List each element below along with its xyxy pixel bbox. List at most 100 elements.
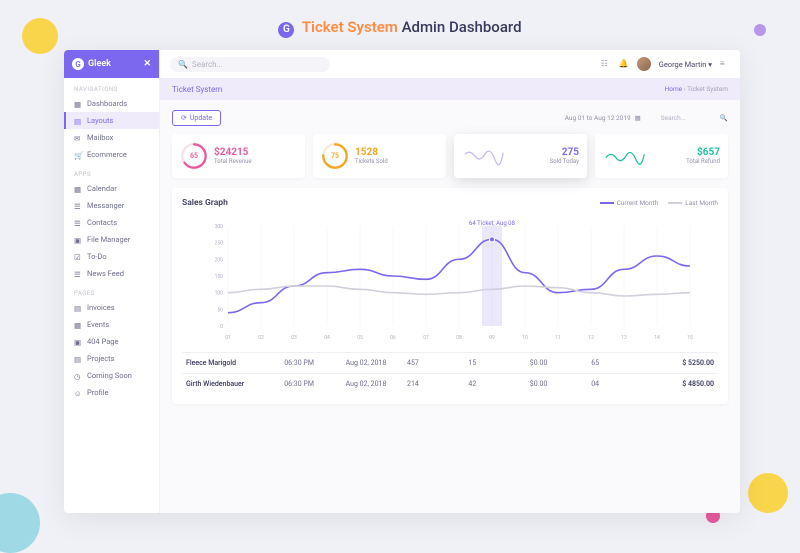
svg-text:13: 13 <box>621 335 627 341</box>
svg-text:14: 14 <box>654 335 660 341</box>
date-range-picker[interactable]: Aug 01 to Aug 12 2019 ▦ <box>565 114 641 122</box>
table-row[interactable]: Girth Wiedenbauer06:30 PMAug 02, 2018214… <box>182 373 718 394</box>
breadcrumb-home[interactable]: Home <box>665 85 683 93</box>
brand-name: Gleek <box>88 59 111 69</box>
update-button[interactable]: ⟳ Update <box>172 110 221 126</box>
calendar-icon: ▦ <box>635 114 641 122</box>
nav-section-pages: PAGES <box>64 282 159 299</box>
contacts-icon: ☰ <box>74 219 82 227</box>
svg-text:11: 11 <box>555 335 561 341</box>
wrench-icon[interactable]: ✕ <box>143 59 151 69</box>
cart-icon: 🛒 <box>74 151 82 159</box>
sidebar-item-invoices[interactable]: ▤Invoices <box>64 299 159 316</box>
table-row[interactable]: Fleece Marigold06:30 PMAug 02, 201845715… <box>182 352 718 373</box>
clock-icon: ◷ <box>74 372 82 380</box>
sidebar-item-projects[interactable]: ▤Projects <box>64 350 159 367</box>
svg-text:02: 02 <box>258 335 264 341</box>
search-icon: 🔍 <box>178 60 188 69</box>
sidebar-item-layouts[interactable]: ▤Layouts <box>64 112 159 129</box>
user-icon: ☺ <box>74 389 82 397</box>
svg-text:300: 300 <box>215 224 224 230</box>
svg-text:10: 10 <box>522 335 528 341</box>
sidebar-item-file-manager[interactable]: ▣File Manager <box>64 231 159 248</box>
sidebar-item-mailbox[interactable]: ✉Mailbox <box>64 129 159 146</box>
stat-sold-today: 275Sold Today <box>454 134 587 178</box>
folder-icon: ▣ <box>74 236 82 244</box>
chart-icon[interactable]: ☷ <box>601 59 611 69</box>
topbar: 🔍 Search... ☷ 🔔 George Martin ▾ ≡ <box>160 50 740 78</box>
sidebar-item-todo[interactable]: ☑To-Do <box>64 248 159 265</box>
svg-text:64 Ticket, Aug 08: 64 Ticket, Aug 08 <box>469 220 516 227</box>
invoice-icon: ▤ <box>74 304 82 312</box>
stat-refund: $657Total Refund <box>595 134 728 178</box>
svg-text:05: 05 <box>357 335 363 341</box>
avatar[interactable] <box>637 57 651 71</box>
sidebar-item-ecommerce[interactable]: 🛒Ecommerce <box>64 146 159 163</box>
brand-logo-icon: G <box>72 58 84 70</box>
sparkline-icon <box>603 146 647 166</box>
sidebar-item-messanger[interactable]: ☰Messanger <box>64 197 159 214</box>
stat-tickets: 75 1528Tickets Sold <box>313 134 446 178</box>
breadcrumb-current: Ticket System <box>687 85 728 93</box>
brand-bar: G Gleek ✕ <box>64 50 159 78</box>
sidebar: G Gleek ✕ NAVIGATIONS ▦Dashboards ▤Layou… <box>64 50 160 513</box>
feed-icon: ☰ <box>74 270 82 278</box>
sidebar-item-coming-soon[interactable]: ◷Coming Soon <box>64 367 159 384</box>
app-window: G Gleek ✕ NAVIGATIONS ▦Dashboards ▤Layou… <box>64 50 740 513</box>
content: ⟳ Update Aug 01 to Aug 12 2019 ▦ Search.… <box>160 100 740 513</box>
refresh-icon: ⟳ <box>181 114 187 122</box>
content-search[interactable]: Search... 🔍 <box>661 114 728 122</box>
svg-text:200: 200 <box>215 257 224 263</box>
layout-icon: ▤ <box>74 117 82 125</box>
svg-text:01: 01 <box>225 335 231 341</box>
svg-text:06: 06 <box>390 335 396 341</box>
svg-text:04: 04 <box>324 335 330 341</box>
event-icon: ▦ <box>74 321 82 329</box>
breadcrumb: Ticket System Home › Ticket System <box>160 78 740 100</box>
nav-section-navigations: NAVIGATIONS <box>64 78 159 95</box>
calendar-icon: ▦ <box>74 185 82 193</box>
stat-revenue: 65 $24215Total Revenue <box>172 134 305 178</box>
sidebar-item-news-feed[interactable]: ☰News Feed <box>64 265 159 282</box>
page-heading: G Ticket System Admin Dashboard <box>0 0 800 46</box>
svg-text:50: 50 <box>217 307 223 313</box>
stats-row: 65 $24215Total Revenue 75 1528Tickets So… <box>172 134 728 178</box>
sidebar-item-profile[interactable]: ☺Profile <box>64 384 159 401</box>
svg-text:09: 09 <box>489 335 495 341</box>
svg-text:0: 0 <box>220 324 223 330</box>
user-name[interactable]: George Martin ▾ <box>659 60 712 69</box>
svg-text:250: 250 <box>215 241 224 247</box>
svg-text:12: 12 <box>588 335 594 341</box>
toolbar: ⟳ Update Aug 01 to Aug 12 2019 ▦ Search.… <box>172 110 728 126</box>
sidebar-item-calendar[interactable]: ▦Calendar <box>64 180 159 197</box>
svg-text:150: 150 <box>215 274 224 280</box>
global-search[interactable]: 🔍 Search... <box>170 57 330 72</box>
menu-icon[interactable]: ≡ <box>720 59 730 69</box>
page-title: Ticket System <box>172 85 222 94</box>
sidebar-item-contacts[interactable]: ☰Contacts <box>64 214 159 231</box>
sidebar-item-dashboards[interactable]: ▦Dashboards <box>64 95 159 112</box>
project-icon: ▤ <box>74 355 82 363</box>
search-icon: 🔍 <box>720 114 728 122</box>
sales-graph-panel: Sales Graph Current Month Last Month 050… <box>172 188 728 404</box>
main-panel: 🔍 Search... ☷ 🔔 George Martin ▾ ≡ Ticket… <box>160 50 740 513</box>
nav-section-apps: APPS <box>64 163 159 180</box>
chat-icon: ☰ <box>74 202 82 210</box>
data-table: Fleece Marigold06:30 PMAug 02, 201845715… <box>182 352 718 394</box>
chart-title: Sales Graph <box>182 198 228 208</box>
sidebar-item-404[interactable]: ▣404 Page <box>64 333 159 350</box>
chart-legend: Current Month Last Month <box>600 199 718 207</box>
svg-text:15: 15 <box>687 335 693 341</box>
svg-text:07: 07 <box>423 335 429 341</box>
svg-text:03: 03 <box>291 335 297 341</box>
sales-chart[interactable]: 0 50 100 150 200 250 300 01 02 03 04 05 06 07 08 09 10 11… <box>182 214 718 344</box>
search-placeholder: Search... <box>192 60 223 69</box>
svg-text:100: 100 <box>215 291 224 297</box>
bell-icon[interactable]: 🔔 <box>619 59 629 69</box>
check-icon: ☑ <box>74 253 82 261</box>
mail-icon: ✉ <box>74 134 82 142</box>
grid-icon: ▦ <box>74 100 82 108</box>
svg-text:08: 08 <box>456 335 462 341</box>
logo-badge-icon: G <box>278 22 294 38</box>
sidebar-item-events[interactable]: ▦Events <box>64 316 159 333</box>
